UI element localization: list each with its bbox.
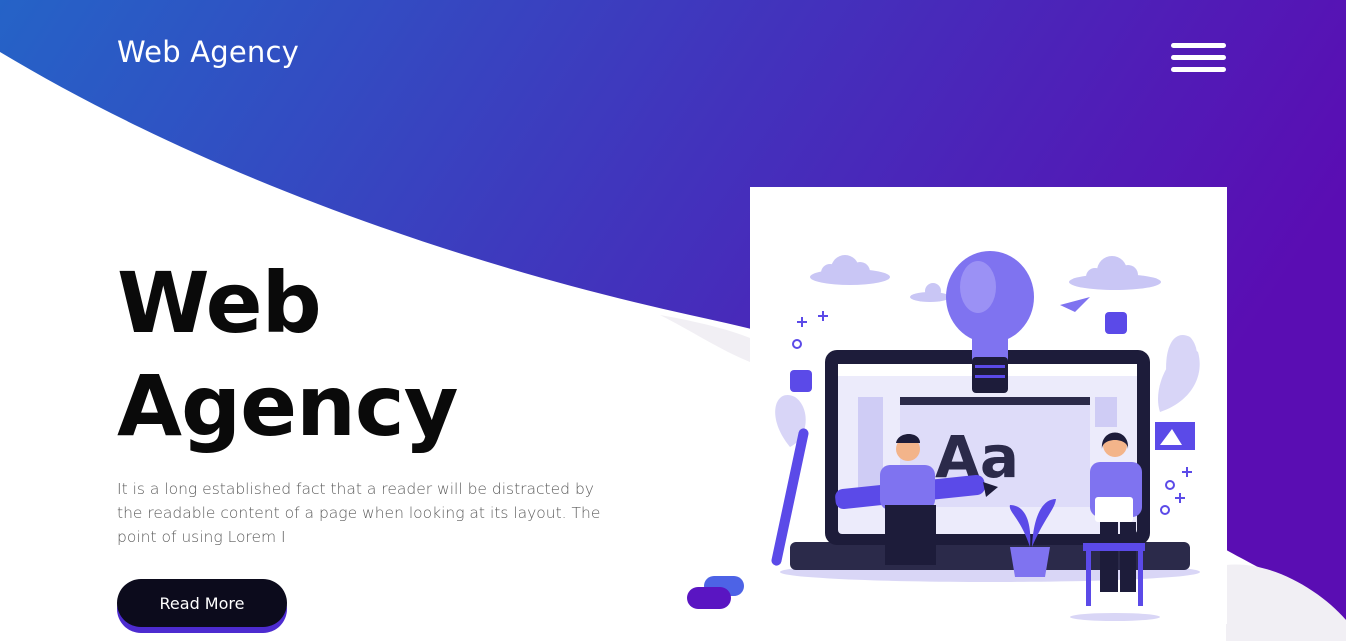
hero-description: It is a long established fact that a rea…	[117, 480, 601, 546]
menu-bar	[1171, 67, 1226, 72]
menu-bar	[1171, 43, 1226, 48]
hero-illustration: Aa	[750, 187, 1227, 624]
brand-logo[interactable]: Web Agency	[117, 35, 299, 69]
hero-title: Web Agency	[117, 252, 458, 458]
hero-title-line2: Agency	[117, 357, 458, 455]
menu-bar	[1171, 55, 1226, 60]
decorative-pills	[687, 576, 744, 609]
hero-title-line1: Web	[117, 254, 322, 352]
web-design-illustration: Aa	[771, 251, 1200, 621]
read-more-button[interactable]: Read More	[117, 579, 287, 627]
hamburger-menu-icon[interactable]	[1170, 42, 1228, 76]
